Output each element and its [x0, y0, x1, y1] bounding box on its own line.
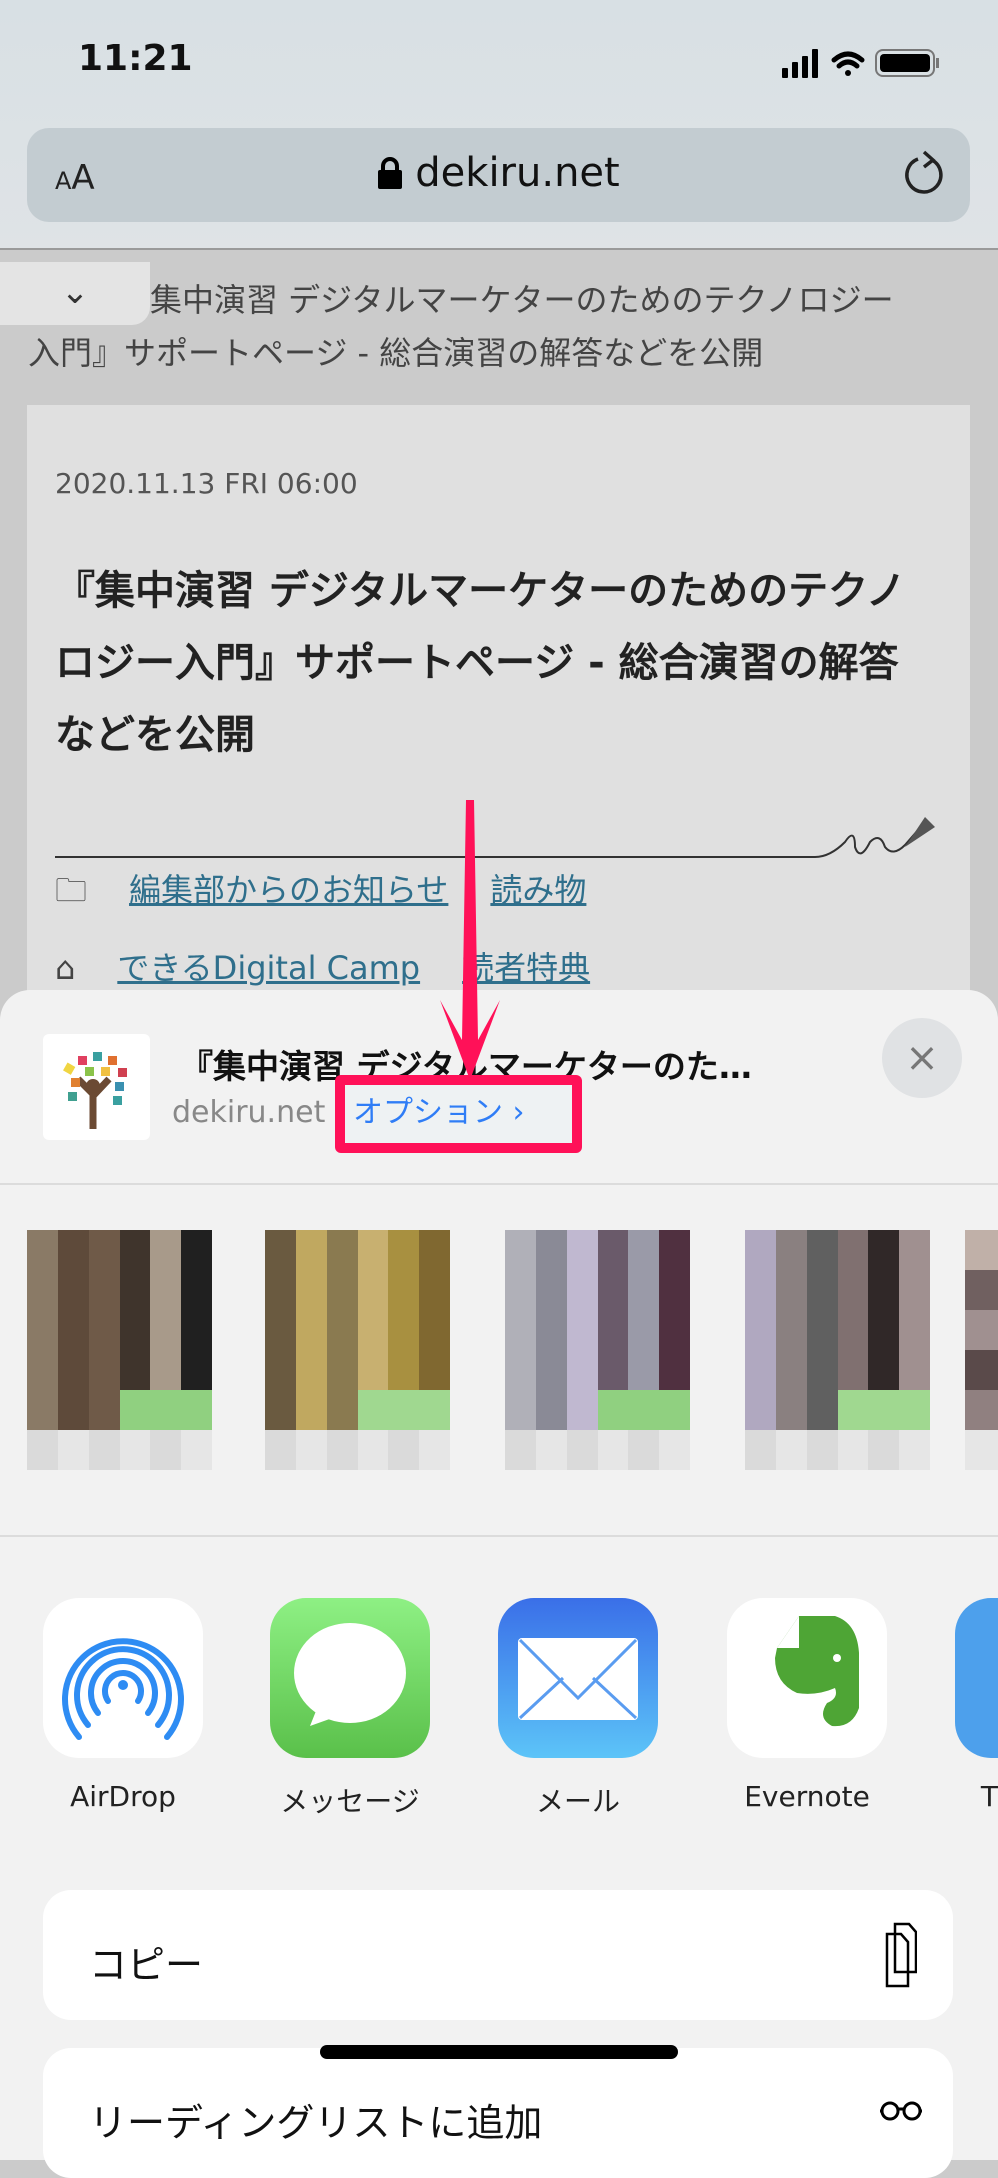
- copy-icon: [885, 1922, 917, 1988]
- contact-avatar[interactable]: [965, 1230, 998, 1470]
- app-evernote[interactable]: Evernote: [727, 1598, 887, 1813]
- arrow-icon: [440, 800, 500, 1080]
- annotation-arrow: [440, 800, 500, 1080]
- app-mail[interactable]: メール: [498, 1598, 658, 1818]
- app-airdrop[interactable]: AirDrop: [43, 1598, 203, 1813]
- twitter-icon: [955, 1598, 998, 1758]
- app-twitter[interactable]: T: [955, 1598, 998, 1813]
- app-messages[interactable]: メッセージ: [270, 1598, 430, 1818]
- contact-avatar[interactable]: [505, 1230, 690, 1470]
- copy-action[interactable]: コピー: [43, 1890, 953, 2020]
- contact-avatar[interactable]: [27, 1230, 212, 1470]
- evernote-icon: [727, 1598, 887, 1758]
- mail-icon: [498, 1598, 658, 1758]
- home-indicator[interactable]: [320, 2045, 678, 2059]
- contact-avatar[interactable]: [265, 1230, 450, 1470]
- reading-list-action[interactable]: リーディングリストに追加: [43, 2048, 953, 2178]
- messages-icon: [270, 1598, 430, 1758]
- airdrop-icon: [43, 1598, 203, 1758]
- glasses-icon: [880, 2101, 922, 2121]
- divider: [0, 1535, 998, 1537]
- contact-avatar[interactable]: [745, 1230, 930, 1470]
